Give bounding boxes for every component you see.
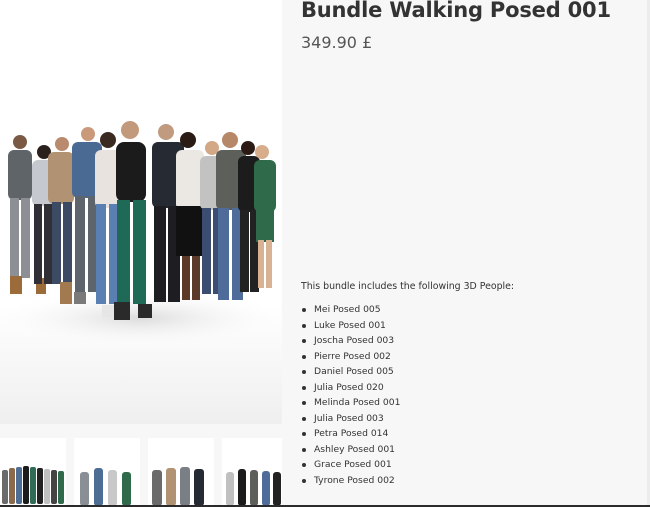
thumbnail-image-people-a <box>80 468 131 506</box>
person-name: Ashley Posed 001 <box>314 443 396 455</box>
bullet-icon <box>302 416 306 421</box>
bullet-icon <box>302 323 306 328</box>
bullet-icon <box>302 370 306 374</box>
thumbnail-3[interactable] <box>148 438 214 507</box>
person-name: Daniel Posed 005 <box>314 366 394 377</box>
bullet-icon <box>302 432 306 436</box>
bundle-people-list: Mei Posed 005 Luke Posed 001 Joscha Pose… <box>301 302 400 488</box>
list-item: Grace Posed 001 <box>301 457 400 473</box>
bullet-icon <box>302 385 306 390</box>
thumbnail-image-people-b <box>152 467 204 506</box>
main-product-image[interactable] <box>0 0 282 424</box>
person-name: Joscha Posed 003 <box>314 335 395 346</box>
bullet-icon <box>302 447 306 452</box>
product-gallery <box>0 0 282 507</box>
list-item: Luke Posed 001 <box>301 318 400 334</box>
person-name: Melinda Posed 001 <box>314 397 401 408</box>
list-item: Tyrone Posed 002 <box>301 473 400 489</box>
person-name: Luke Posed 001 <box>314 319 386 331</box>
list-item: Daniel Posed 005 <box>301 364 400 380</box>
person-name: Petra Posed 014 <box>314 428 389 439</box>
thumbnail-strip <box>0 428 282 507</box>
bullet-icon <box>302 308 306 312</box>
list-item: Melinda Posed 001 <box>301 395 400 411</box>
product-title: Bundle Walking Posed 001 <box>301 0 611 22</box>
product-info: Bundle Walking Posed 001 349.90 £ This b… <box>301 0 641 507</box>
list-item: Mei Posed 005 <box>301 302 400 318</box>
thumbnail-image-group <box>2 466 64 504</box>
person-name: Grace Posed 001 <box>314 459 392 470</box>
thumbnail-image-people-c <box>226 469 281 506</box>
product-page: Bundle Walking Posed 001 349.90 £ This b… <box>0 0 650 507</box>
thumbnail-4[interactable] <box>222 438 282 507</box>
bullet-icon <box>302 478 306 483</box>
person-name: Julia Posed 020 <box>314 381 384 393</box>
group-of-walking-people-image <box>0 121 282 348</box>
bullet-icon <box>302 463 306 467</box>
bundle-description: This bundle includes the following 3D Pe… <box>301 281 515 292</box>
list-item: Ashley Posed 001 <box>301 442 400 458</box>
product-price: 349.90 £ <box>301 33 373 52</box>
thumbnail-2[interactable] <box>74 438 140 507</box>
bullet-icon <box>302 354 306 359</box>
person-name: Tyrone Posed 002 <box>314 474 395 486</box>
bullet-icon <box>302 339 306 343</box>
bullet-icon <box>302 401 306 405</box>
list-item: Pierre Posed 002 <box>301 349 400 365</box>
person-name: Julia Posed 003 <box>314 412 384 424</box>
list-item: Petra Posed 014 <box>301 426 400 442</box>
thumbnail-1[interactable] <box>0 438 66 507</box>
list-item: Julia Posed 003 <box>301 411 400 427</box>
person-name: Mei Posed 005 <box>314 304 381 315</box>
list-item: Julia Posed 020 <box>301 380 400 396</box>
person-name: Pierre Posed 002 <box>314 350 391 362</box>
list-item: Joscha Posed 003 <box>301 333 400 349</box>
